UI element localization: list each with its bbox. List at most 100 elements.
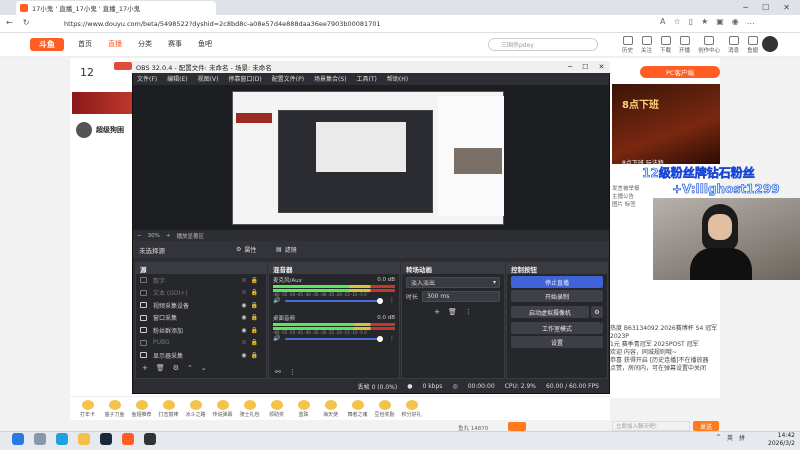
- more-icon[interactable]: …: [747, 17, 755, 26]
- zoom-in-icon[interactable]: +: [166, 233, 171, 239]
- search-icon[interactable]: [34, 433, 46, 445]
- obs-maximize-icon[interactable]: ☐: [582, 63, 588, 71]
- start-stream-button[interactable]: 开播: [679, 36, 690, 54]
- remove-transition-icon[interactable]: 🗑: [448, 308, 457, 316]
- gift-item[interactable]: 蓝珠: [292, 399, 315, 418]
- gift-item[interactable]: 舞者之魂: [346, 399, 369, 418]
- virtual-cam-settings-icon[interactable]: ⚙: [591, 306, 603, 318]
- duration-field[interactable]: 300 ms: [422, 291, 500, 302]
- messages-button[interactable]: 消息: [728, 36, 739, 54]
- add-source-icon[interactable]: +: [142, 364, 148, 372]
- obs-menu-item[interactable]: 配置文件(P): [272, 74, 304, 83]
- follow-button[interactable]: 关注: [641, 36, 652, 54]
- channel-menu-icon[interactable]: ⋮: [389, 335, 395, 342]
- channel-menu-icon[interactable]: ⋮: [389, 297, 395, 304]
- nav-fishbar[interactable]: 鱼吧: [198, 39, 212, 49]
- obs-close-icon[interactable]: ✕: [599, 63, 605, 71]
- transition-more-icon[interactable]: ⋮: [465, 308, 472, 316]
- refresh-icon[interactable]: ↻: [23, 18, 30, 27]
- zoom-out-icon[interactable]: −: [137, 233, 142, 239]
- source-item[interactable]: 窗口采集 ◉🔒: [136, 312, 266, 325]
- add-transition-icon[interactable]: +: [434, 308, 440, 316]
- send-button[interactable]: 发送: [693, 421, 719, 431]
- minimize-icon[interactable]: ─: [743, 3, 748, 12]
- back-icon[interactable]: ←: [6, 18, 13, 27]
- favorites-icon[interactable]: ★: [701, 17, 708, 26]
- gift-item[interactable]: 打年卡: [76, 399, 99, 418]
- filters-button[interactable]: ▤ 滤镜: [276, 244, 314, 255]
- remove-source-icon[interactable]: 🗑: [156, 364, 165, 372]
- nav-category[interactable]: 分类: [138, 39, 152, 49]
- mixer-more-icon[interactable]: ⋮: [289, 368, 296, 376]
- source-item[interactable]: PUBG ⊘🔒: [136, 337, 266, 350]
- pc-client-button[interactable]: PC客户端: [640, 66, 720, 78]
- source-settings-icon[interactable]: ⚙: [173, 364, 179, 372]
- gift-item[interactable]: 冰斗之路: [184, 399, 207, 418]
- file-explorer-icon[interactable]: [78, 433, 90, 445]
- obs-app-icon[interactable]: [144, 433, 156, 445]
- eye-hidden-icon[interactable]: ⊘🔒: [242, 289, 263, 296]
- gift-item[interactable]: 鱼翅推荐: [130, 399, 153, 418]
- maximize-icon[interactable]: ☐: [762, 3, 769, 12]
- gift-item[interactable]: 豆包奖励: [373, 399, 396, 418]
- nav-live[interactable]: 直播: [108, 39, 122, 49]
- tray-expand-icon[interactable]: ^: [716, 434, 721, 441]
- obs-menu-item[interactable]: 场景集合(S): [314, 74, 347, 83]
- anchor-info[interactable]: 超级狗困: [76, 122, 124, 138]
- obs-menu-item[interactable]: 编辑(E): [167, 74, 187, 83]
- site-search-input[interactable]: 三国杀pdey: [488, 38, 598, 51]
- history-button[interactable]: 历史: [622, 36, 633, 54]
- eye-icon[interactable]: ◉🔒: [241, 302, 262, 309]
- eye-hidden-icon[interactable]: ⊘🔒: [242, 339, 263, 346]
- close-icon[interactable]: ✕: [783, 3, 790, 12]
- eye-icon[interactable]: ◉🔒: [241, 327, 262, 334]
- speaker-icon[interactable]: 🔊: [273, 335, 280, 342]
- gift-item[interactable]: 积分好礼: [400, 399, 423, 418]
- douyu-app-icon[interactable]: [122, 433, 134, 445]
- anchor-avatar[interactable]: [76, 122, 92, 138]
- user-avatar[interactable]: [762, 36, 778, 52]
- gift-item[interactable]: 领助奖: [265, 399, 288, 418]
- studio-mode-button[interactable]: 工作室模式: [511, 322, 603, 334]
- browser-tab[interactable]: 17小鬼 ' 直播_17小鬼 ' 直播_17小鬼: [16, 1, 216, 15]
- obs-menu-item[interactable]: 停靠窗口(D): [228, 74, 261, 83]
- split-screen-icon[interactable]: ▯: [689, 17, 693, 26]
- nav-home[interactable]: 首页: [78, 39, 92, 49]
- chat-input[interactable]: 立即加入聊天吧！: [612, 421, 690, 431]
- collections-icon[interactable]: ▣: [716, 17, 724, 26]
- obs-minimize-icon[interactable]: ─: [568, 63, 572, 71]
- fishfin-button[interactable]: 鱼翅: [747, 36, 758, 54]
- steam-icon[interactable]: [100, 433, 112, 445]
- recharge-button[interactable]: [508, 422, 526, 431]
- url-field[interactable]: https://www.douyu.com/beta/5498522?dyshi…: [56, 17, 656, 31]
- source-item[interactable]: 显示器采集 ◉🔒: [136, 349, 266, 362]
- source-item[interactable]: 视频采集设备 ◉🔒: [136, 299, 266, 312]
- gift-item[interactable]: 海天使: [319, 399, 342, 418]
- favorite-star-icon[interactable]: ☆: [673, 17, 680, 26]
- volume-slider[interactable]: 🔊 ⋮: [273, 335, 395, 342]
- mixer-link-icon[interactable]: ⚯: [275, 368, 281, 376]
- ime-mode[interactable]: 拼: [739, 433, 745, 442]
- room-banner[interactable]: [72, 92, 136, 114]
- source-item[interactable]: 数字 ⊘🔒: [136, 274, 266, 287]
- obs-menu-item[interactable]: 视图(V): [198, 74, 219, 83]
- virtual-camera-button[interactable]: 启动虚拟摄像机: [511, 306, 589, 318]
- gift-item[interactable]: 萤子刀鱼: [103, 399, 126, 418]
- move-down-icon[interactable]: ⌄: [201, 364, 207, 372]
- start-recording-button[interactable]: 开始录制: [511, 290, 603, 302]
- gift-item[interactable]: 打击鼓棒: [157, 399, 180, 418]
- eye-hidden-icon[interactable]: ⊘🔒: [242, 277, 263, 284]
- download-button[interactable]: 下载: [660, 36, 671, 54]
- edge-browser-icon[interactable]: [56, 433, 68, 445]
- nav-events[interactable]: 赛事: [168, 39, 182, 49]
- gift-item[interactable]: 骑士礼包: [238, 399, 261, 418]
- speaker-icon[interactable]: 🔊: [273, 297, 280, 304]
- source-item[interactable]: 粉丝群添加 ◉🔒: [136, 324, 266, 337]
- properties-button[interactable]: ⚙ 属性: [236, 244, 274, 255]
- move-up-icon[interactable]: ⌃: [187, 364, 193, 372]
- obs-menu-item[interactable]: 工具(T): [357, 74, 377, 83]
- obs-menu-item[interactable]: 帮助(H): [387, 74, 408, 83]
- source-item[interactable]: 文本 (GDI+) ⊘🔒: [136, 287, 266, 300]
- read-aloud-icon[interactable]: A: [660, 17, 665, 26]
- clock[interactable]: 14:42 2026/3/2: [768, 432, 795, 448]
